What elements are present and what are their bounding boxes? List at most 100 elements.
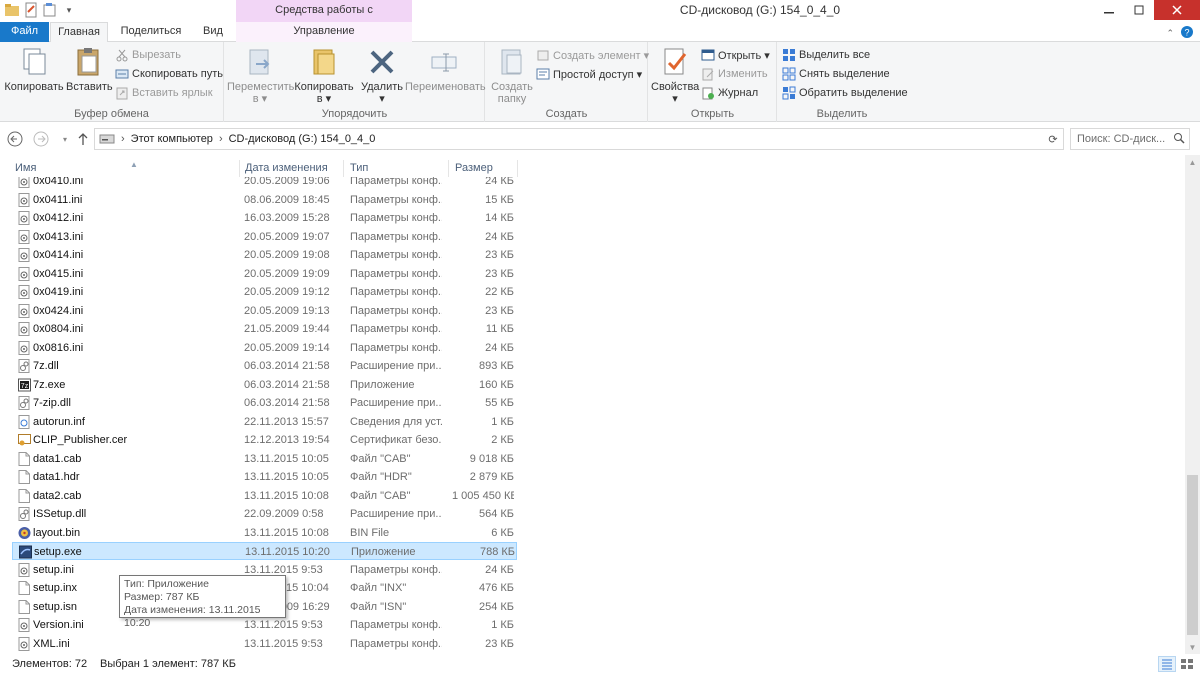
forward-button[interactable]: [32, 130, 50, 148]
file-row[interactable]: 0x0816.ini 20.05.2009 19:14 Параметры конф…: [12, 339, 517, 357]
move-to-button[interactable]: Переместить в ▾: [227, 46, 294, 105]
details-view-button[interactable]: [1158, 656, 1176, 672]
column-header-date[interactable]: Дата изменения: [240, 160, 344, 177]
file-size: 55 КБ: [485, 397, 514, 409]
file-type: BIN File: [350, 526, 390, 539]
file-row[interactable]: data2.cab 13.11.2015 10:08 Файл "CAB" 1 005…: [12, 487, 517, 505]
file-type: Параметры конф...: [350, 619, 442, 631]
scroll-down-icon[interactable]: ▼: [1185, 640, 1200, 655]
file-row[interactable]: layout.bin 13.11.2015 10:08 BIN File 6 КБ: [12, 524, 517, 542]
delete-button[interactable]: Удалить ▾: [359, 46, 405, 105]
file-row[interactable]: ISSetup.dll 22.09.2009 0:58 Расширение при…: [12, 505, 517, 523]
large-icons-view-button[interactable]: [1178, 656, 1196, 672]
file-row[interactable]: autorun.inf 22.11.2013 15:57 Сведения для …: [12, 413, 517, 431]
address-bar[interactable]: › Этот компьютер › CD-дисковод (G:) 154_…: [94, 128, 1064, 150]
file-row[interactable]: 0x0419.ini 20.05.2009 19:12 Параметры конф…: [12, 283, 517, 301]
select-all-button[interactable]: Выделить все: [782, 46, 870, 64]
history-button[interactable]: Журнал: [701, 84, 758, 102]
file-type: Параметры конф...: [350, 267, 442, 280]
file-row[interactable]: 0x0424.ini 20.05.2009 19:13 Параметры конф…: [12, 302, 517, 320]
minimize-button[interactable]: [1094, 0, 1124, 20]
tab-file[interactable]: Файл: [0, 22, 49, 42]
breadcrumb-drive[interactable]: CD-дисковод (G:) 154_0_4_0: [229, 133, 376, 145]
file-row[interactable]: 0x0414.ini 20.05.2009 19:08 Параметры конф…: [12, 246, 517, 264]
window-controls: [1094, 0, 1200, 20]
file-row[interactable]: setup.exe 13.11.2015 10:20 Приложение 788 К…: [12, 542, 517, 560]
column-header-size[interactable]: Размер: [450, 160, 518, 177]
file-row[interactable]: data1.hdr 13.11.2015 10:05 Файл "HDR" 2 879…: [12, 468, 517, 486]
file-row[interactable]: 7-zip.dll 06.03.2014 21:58 Расширение при.…: [12, 394, 517, 412]
tab-home[interactable]: Главная: [50, 22, 108, 43]
file-size: 22 КБ: [485, 286, 514, 298]
scrollbar-thumb[interactable]: [1187, 475, 1198, 635]
ribbon-collapse-icon[interactable]: ⌃: [1166, 28, 1174, 39]
file-name: 0x0414.ini: [33, 249, 84, 261]
close-button[interactable]: [1154, 0, 1200, 20]
column-header-type[interactable]: Тип: [345, 160, 449, 177]
file-row[interactable]: 7z.dll 06.03.2014 21:58 Расширение при... 8…: [12, 357, 517, 375]
select-none-button[interactable]: Снять выделение: [782, 65, 890, 83]
qat-dropdown-icon[interactable]: ▾: [61, 2, 77, 18]
tab-share[interactable]: Поделиться: [112, 22, 190, 42]
file-row[interactable]: XML.ini 13.11.2015 9:53 Параметры конф... 2…: [12, 635, 517, 653]
refresh-icon[interactable]: ⟳: [1043, 133, 1063, 146]
file-name: 0x0413.ini: [33, 230, 84, 243]
file-row[interactable]: data1.cab 13.11.2015 10:05 Файл "CAB" 9 018…: [12, 450, 517, 468]
rename-button[interactable]: Переименовать: [405, 46, 486, 93]
file-row[interactable]: 0x0412.ini 16.03.2009 15:28 Параметры конф…: [12, 209, 517, 227]
breadcrumb-computer[interactable]: Этот компьютер: [131, 133, 213, 145]
settings-file-icon: [18, 618, 31, 632]
new-item-button[interactable]: Создать элемент ▾: [536, 46, 649, 64]
paste-button[interactable]: Вставить: [66, 46, 113, 93]
properties-icon[interactable]: [23, 2, 39, 18]
tab-view[interactable]: Вид: [194, 22, 232, 42]
paste-label: Вставить: [66, 81, 113, 93]
help-icon[interactable]: ?: [1180, 25, 1194, 42]
properties-label-2: ▾: [672, 93, 678, 105]
new-folder-qat-icon[interactable]: [42, 2, 58, 18]
file-date: 20.05.2009 19:09: [244, 267, 330, 280]
breadcrumb-separator-icon: ›: [218, 133, 223, 145]
app-folder-icon[interactable]: [4, 2, 20, 18]
search-input[interactable]: Поиск: CD-диск...: [1070, 128, 1190, 150]
tab-manage[interactable]: Управление: [236, 22, 412, 42]
cut-button[interactable]: Вырезать: [115, 46, 181, 64]
file-type: Параметры конф...: [350, 286, 442, 298]
open-button[interactable]: Открыть ▾: [701, 46, 770, 64]
select-none-label: Снять выделение: [799, 68, 890, 80]
up-button[interactable]: [74, 130, 92, 148]
search-icon[interactable]: [1173, 132, 1185, 147]
properties-button[interactable]: Свойства ▾: [651, 46, 699, 105]
maximize-button[interactable]: [1124, 0, 1154, 20]
file-row[interactable]: 0x0415.ini 20.05.2009 19:09 Параметры конф…: [12, 265, 517, 283]
file-size: 24 КБ: [485, 341, 514, 354]
file-row[interactable]: 0x0410.ini 20.05.2009 19:06 Параметры конф…: [12, 177, 517, 190]
invert-selection-label: Обратить выделение: [799, 87, 908, 99]
copy-button[interactable]: Копировать: [4, 46, 64, 93]
scroll-up-icon[interactable]: ▲: [1185, 155, 1200, 170]
new-folder-button[interactable]: Создать папку: [488, 46, 536, 105]
file-date: 13.11.2015 10:08: [244, 489, 329, 502]
edit-button[interactable]: Изменить: [701, 65, 768, 83]
settings-file-icon: [18, 340, 31, 355]
recent-locations-button[interactable]: ▾: [56, 130, 74, 148]
certificate-icon: [18, 433, 31, 447]
vertical-scrollbar[interactable]: ▲ ▼: [1185, 155, 1200, 655]
file-row[interactable]: 0x0411.ini 08.06.2009 18:45 Параметры конф…: [12, 191, 517, 209]
copy-path-button[interactable]: Скопировать путь: [115, 65, 223, 83]
file-tooltip: Тип: Приложение Размер: 787 КБ Дата изме…: [119, 575, 286, 629]
file-row[interactable]: 7z 7z.exe 06.03.2014 21:58 Приложение 160 КБ: [12, 376, 517, 394]
file-row[interactable]: 0x0804.ini 21.05.2009 19:44 Параметры конф…: [12, 320, 517, 338]
file-row[interactable]: 0x0413.ini 20.05.2009 19:07 Параметры конф…: [12, 228, 517, 246]
invert-selection-button[interactable]: Обратить выделение: [782, 84, 908, 102]
back-button[interactable]: [6, 130, 24, 148]
paste-shortcut-button[interactable]: Вставить ярлык: [115, 84, 213, 102]
column-header-name[interactable]: Имя ▲: [10, 160, 240, 177]
group-clipboard: Копировать Вставить Вырезать Скопировать…: [0, 42, 224, 122]
easy-access-button[interactable]: Простой доступ ▾: [536, 65, 642, 83]
file-size: 1 005 450 КБ: [452, 489, 514, 502]
delete-label: Удалить: [361, 81, 403, 93]
file-row[interactable]: CLIP_Publisher.cer 12.12.2013 19:54 Сертиф…: [12, 431, 517, 449]
copy-to-button[interactable]: Копировать в ▾: [293, 46, 355, 105]
open-label: Открыть ▾: [718, 49, 770, 62]
